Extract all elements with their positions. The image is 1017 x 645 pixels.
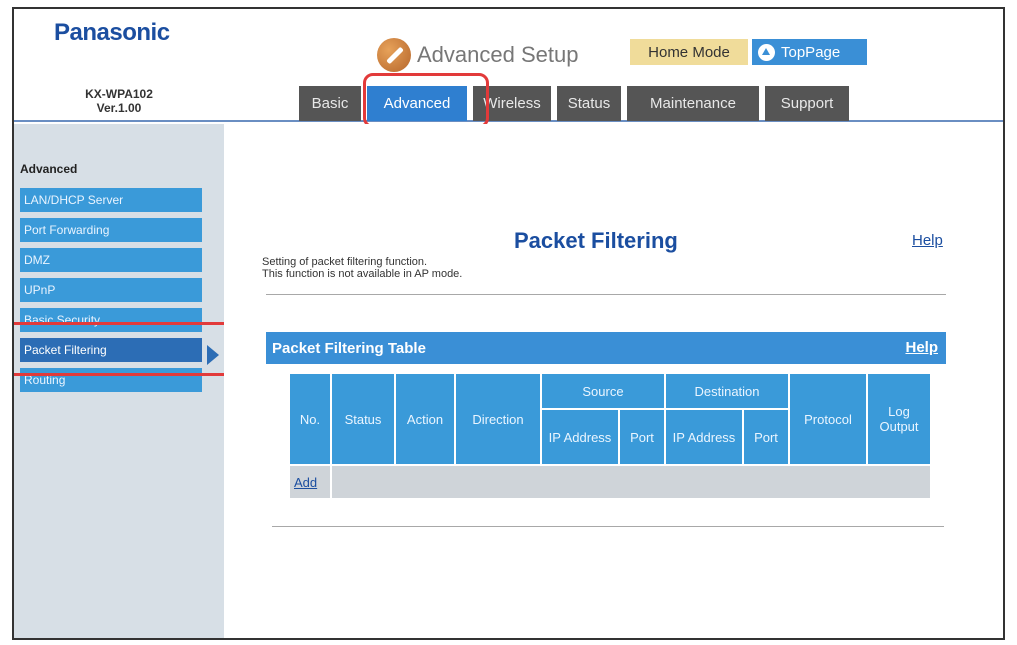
- col-destination-port: Port: [742, 408, 790, 466]
- tab-status[interactable]: Status: [557, 86, 621, 121]
- main-tabs: Basic Advanced Wireless Status Maintenan…: [299, 86, 855, 121]
- col-destination: Destination: [664, 372, 790, 410]
- col-protocol: Protocol: [788, 372, 868, 466]
- table-header-bar: Packet Filtering Table Help: [266, 332, 946, 364]
- col-log-output: Log Output: [866, 372, 932, 466]
- tab-support[interactable]: Support: [765, 86, 849, 121]
- sidebar-item-port-forwarding[interactable]: Port Forwarding: [20, 218, 202, 242]
- description-line-1: Setting of packet filtering function.: [262, 256, 428, 268]
- divider-bottom: [272, 526, 944, 527]
- col-no: No.: [288, 372, 332, 466]
- table-row: Add: [288, 464, 932, 500]
- tab-advanced[interactable]: Advanced: [367, 86, 467, 121]
- sidebar-item-dmz[interactable]: DMZ: [20, 248, 202, 272]
- add-link[interactable]: Add: [290, 475, 317, 490]
- tab-maintenance[interactable]: Maintenance: [627, 86, 759, 121]
- empty-row-cell: [330, 464, 932, 500]
- page-title: Packet Filtering: [514, 228, 678, 253]
- col-source: Source: [540, 372, 666, 410]
- app-title: Advanced Setup: [417, 42, 579, 67]
- sidebar-item-packet-filtering[interactable]: Packet Filtering: [20, 338, 202, 362]
- header: Panasonic KX-WPA102 Ver.1.00 Advanced Se…: [14, 9, 1003, 128]
- main-content: Packet Filtering Help Setting of packet …: [224, 124, 1003, 638]
- table-title: Packet Filtering Table: [272, 339, 426, 357]
- divider: [266, 294, 946, 295]
- browser-frame: Panasonic KX-WPA102 Ver.1.00 Advanced Se…: [12, 7, 1005, 640]
- model-info: KX-WPA102 Ver.1.00: [54, 87, 184, 115]
- up-arrow-icon: [758, 43, 775, 61]
- wrench-icon: [377, 38, 411, 72]
- sidebar-item-upnp[interactable]: UPnP: [20, 278, 202, 302]
- sidebar-item-lan-dhcp-server[interactable]: LAN/DHCP Server: [20, 188, 202, 212]
- packet-filtering-table: No. Status Action Direction Source Desti…: [288, 372, 932, 500]
- tab-wireless[interactable]: Wireless: [473, 86, 551, 121]
- add-cell: Add: [288, 464, 332, 500]
- col-action: Action: [394, 372, 456, 466]
- model-version: Ver.1.00: [96, 101, 142, 115]
- active-arrow-icon: [207, 345, 219, 365]
- app-title-area: Advanced Setup: [377, 37, 578, 73]
- col-source-port: Port: [618, 408, 666, 466]
- col-direction: Direction: [454, 372, 542, 466]
- brand-logo: Panasonic: [54, 19, 170, 46]
- sidebar-item-routing[interactable]: Routing: [20, 368, 202, 392]
- page-description: Setting of packet filtering function. Th…: [262, 256, 462, 280]
- sidebar: Advanced LAN/DHCP Server Port Forwarding…: [14, 124, 224, 638]
- model-name: KX-WPA102: [85, 87, 153, 101]
- toppage-button[interactable]: TopPage: [752, 39, 867, 65]
- help-link[interactable]: Help: [912, 232, 943, 249]
- home-mode-button[interactable]: Home Mode: [630, 39, 748, 65]
- col-destination-ip: IP Address: [664, 408, 744, 466]
- description-line-2: This function is not available in AP mod…: [262, 268, 463, 280]
- sidebar-title: Advanced: [20, 162, 78, 176]
- table-help-link[interactable]: Help: [905, 339, 938, 356]
- tab-basic[interactable]: Basic: [299, 86, 361, 121]
- toppage-label: TopPage: [781, 43, 841, 61]
- col-status: Status: [330, 372, 396, 466]
- sidebar-item-basic-security[interactable]: Basic Security: [20, 308, 202, 332]
- col-source-ip: IP Address: [540, 408, 620, 466]
